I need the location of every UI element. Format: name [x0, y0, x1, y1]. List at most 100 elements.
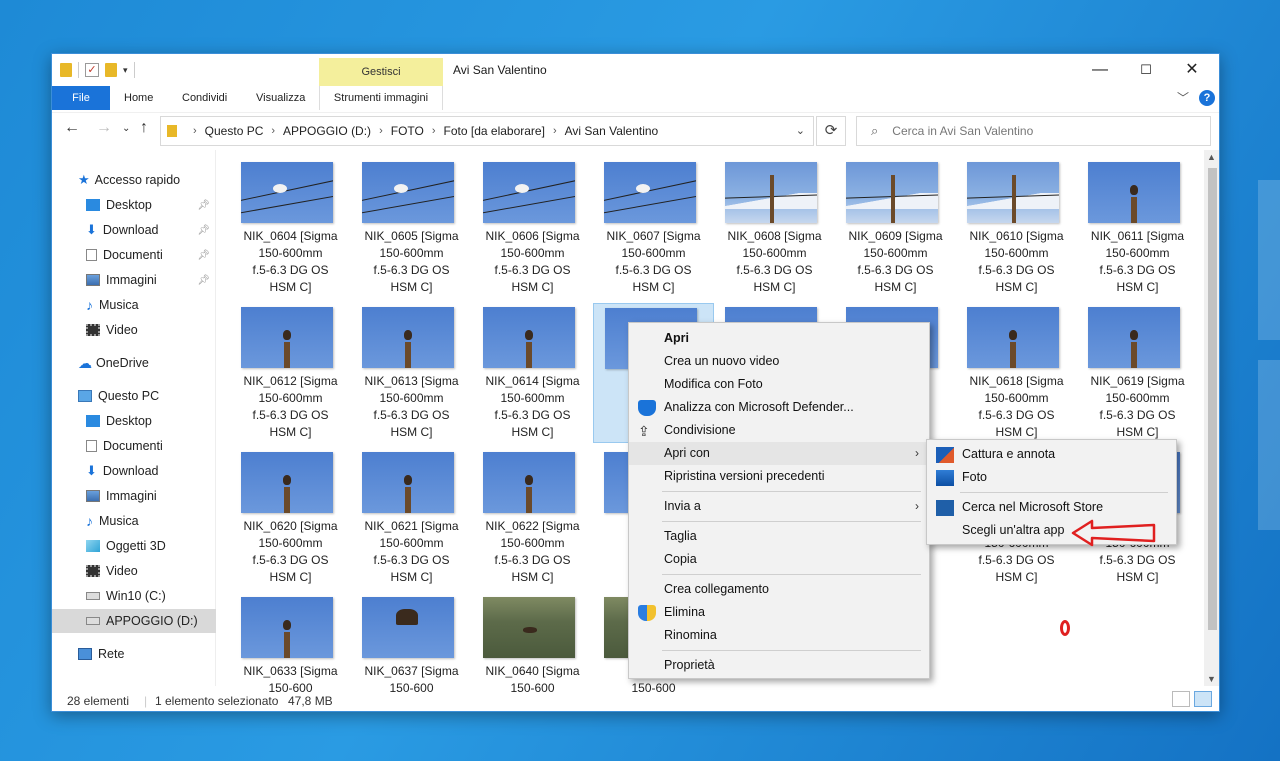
file-name: NIK_0621 [Sigma 150-600mm f.5-6.3 DG OS HSM… — [351, 518, 472, 586]
file-item[interactable]: NIK_0607 [Sigma 150-600mm f.5-6.3 DG OS HSM… — [593, 158, 714, 298]
nav-quick-video[interactable]: Video — [52, 318, 216, 342]
chevron-down-icon[interactable]: ⌄ — [796, 124, 805, 137]
forward-arrow-icon[interactable]: → — [96, 119, 112, 137]
submenu-item-store[interactable]: Cerca nel Microsoft Store — [927, 496, 1176, 519]
breadcrumb-foto[interactable]: FOTO — [391, 124, 424, 138]
nav-quick-access[interactable]: ★ Accesso rapido — [52, 168, 216, 192]
file-item[interactable]: NIK_0618 [Sigma 150-600mm f.5-6.3 DG OS HSM… — [956, 303, 1077, 443]
file-name: NIK_0611 [Sigma 150-600mm f.5-6.3 DG OS HSM… — [1077, 228, 1198, 296]
folder-icon — [60, 63, 72, 77]
menu-item-properties[interactable]: Proprietà — [629, 654, 929, 677]
menu-item-copy[interactable]: Copia — [629, 548, 929, 571]
chevron-right-icon[interactable]: › — [379, 125, 383, 137]
breadcrumb-current[interactable]: Avi San Valentino — [565, 124, 659, 138]
file-name-line: f.5-6.3 DG OS — [494, 408, 571, 422]
menu-item-new-video[interactable]: Crea un nuovo video — [629, 350, 929, 373]
nav-pc-documents[interactable]: Documenti — [52, 434, 216, 458]
menu-item-cut[interactable]: Taglia — [629, 525, 929, 548]
nav-label: Musica — [99, 514, 139, 528]
menu-divider — [662, 574, 921, 575]
file-item[interactable]: NIK_0619 [Sigma 150-600mm f.5-6.3 DG OS HSM… — [1077, 303, 1198, 443]
breadcrumb-this-pc[interactable]: Questo PC — [205, 124, 264, 138]
tab-picture-tools[interactable]: Strumenti immagini — [319, 86, 443, 110]
menu-item-defender[interactable]: Analizza con Microsoft Defender... — [629, 396, 929, 419]
scroll-up-icon[interactable]: ▲ — [1207, 152, 1216, 162]
refresh-button[interactable]: ⟳ — [816, 116, 846, 146]
minimize-button[interactable]: — — [1077, 54, 1123, 86]
search-input[interactable]: ⌕ Cerca in Avi San Valentino — [856, 116, 1211, 146]
breadcrumb-drive[interactable]: APPOGGIO (D:) — [283, 124, 371, 138]
close-button[interactable]: ✕ — [1169, 54, 1215, 86]
properties-icon[interactable]: ✓ — [85, 63, 99, 77]
chevron-right-icon[interactable]: › — [271, 125, 275, 137]
scrollbar-thumb[interactable] — [1208, 168, 1217, 630]
nav-pc-drive-c[interactable]: Win10 (C:) — [52, 584, 216, 608]
tab-file[interactable]: File — [52, 86, 110, 110]
menu-item-rename[interactable]: Rinomina — [629, 624, 929, 647]
file-item[interactable]: NIK_0614 [Sigma 150-600mm f.5-6.3 DG OS HSM… — [472, 303, 593, 443]
details-view-icon[interactable] — [1172, 691, 1190, 707]
file-item[interactable]: NIK_0605 [Sigma 150-600mm f.5-6.3 DG OS HSM… — [351, 158, 472, 298]
nav-network[interactable]: Rete — [52, 642, 216, 666]
breadcrumb-da-elaborare[interactable]: Foto [da elaborare] — [444, 124, 545, 138]
file-item[interactable]: NIK_0622 [Sigma 150-600mm f.5-6.3 DG OS HSM… — [472, 448, 593, 588]
customize-toolbar-icon[interactable]: ▾ — [123, 65, 128, 76]
nav-quick-music[interactable]: ♪ Musica — [52, 293, 216, 317]
nav-quick-desktop[interactable]: Desktop 📌︎ — [52, 193, 216, 217]
chevron-right-icon[interactable]: › — [193, 125, 197, 137]
file-item[interactable]: NIK_0606 [Sigma 150-600mm f.5-6.3 DG OS HSM… — [472, 158, 593, 298]
menu-item-open[interactable]: Apri — [629, 327, 929, 350]
scroll-down-icon[interactable]: ▼ — [1207, 674, 1216, 684]
up-arrow-icon[interactable]: ↑ — [140, 119, 148, 137]
file-name-line: NIK_0608 [Sigma — [727, 229, 822, 243]
submenu-item-snip-sketch[interactable]: Cattura e annota — [927, 443, 1176, 466]
file-item[interactable]: NIK_0604 [Sigma 150-600mm f.5-6.3 DG OS HSM… — [230, 158, 351, 298]
quick-access-toolbar: ✓ ▾ — [60, 62, 135, 78]
nav-quick-download[interactable]: ⬇ Download 📌︎ — [52, 218, 216, 242]
nav-pc-pictures[interactable]: Immagini — [52, 484, 216, 508]
nav-pc-desktop[interactable]: Desktop — [52, 409, 216, 433]
large-icons-view-icon[interactable] — [1194, 691, 1212, 707]
file-item[interactable]: NIK_0613 [Sigma 150-600mm f.5-6.3 DG OS HSM… — [351, 303, 472, 443]
nav-quick-pictures[interactable]: Immagini 📌︎ — [52, 268, 216, 292]
file-item[interactable]: NIK_0612 [Sigma 150-600mm f.5-6.3 DG OS HSM… — [230, 303, 351, 443]
tab-home[interactable]: Home — [124, 86, 153, 110]
nav-pc-3d-objects[interactable]: Oggetti 3D — [52, 534, 216, 558]
file-name: NIK_0614 [Sigma 150-600mm f.5-6.3 DG OS HSM… — [472, 373, 593, 441]
nav-pc-download[interactable]: ⬇ Download — [52, 459, 216, 483]
menu-item-edit-photos[interactable]: Modifica con Foto — [629, 373, 929, 396]
nav-pc-music[interactable]: ♪ Musica — [52, 509, 216, 533]
desktop-tile — [1258, 180, 1280, 340]
tab-share[interactable]: Condividi — [182, 86, 227, 110]
nav-pc-video[interactable]: Video — [52, 559, 216, 583]
nav-quick-documents[interactable]: Documenti 📌︎ — [52, 243, 216, 267]
file-item[interactable]: NIK_0608 [Sigma 150-600mm f.5-6.3 DG OS HSM… — [714, 158, 835, 298]
file-item[interactable]: NIK_0610 [Sigma 150-600mm f.5-6.3 DG OS HSM… — [956, 158, 1077, 298]
menu-item-share[interactable]: ⇪ Condivisione — [629, 419, 929, 442]
address-bar[interactable]: › Questo PC › APPOGGIO (D:) › FOTO › Fot… — [160, 116, 814, 146]
submenu-item-photos[interactable]: Foto — [927, 466, 1176, 489]
menu-item-restore-versions[interactable]: Ripristina versioni precedenti — [629, 465, 929, 488]
nav-this-pc[interactable]: Questo PC — [52, 384, 216, 408]
vertical-scrollbar[interactable]: ▲ ▼ — [1204, 150, 1219, 686]
nav-onedrive[interactable]: ☁ OneDrive — [52, 351, 216, 375]
nav-pc-drive-d[interactable]: APPOGGIO (D:) — [52, 609, 216, 633]
expand-ribbon-icon[interactable]: ﹀ — [1177, 89, 1189, 106]
menu-item-open-with[interactable]: Apri con › — [629, 442, 929, 465]
chevron-right-icon[interactable]: › — [432, 125, 436, 137]
recent-locations-icon[interactable]: ⌄ — [122, 123, 130, 134]
file-item[interactable]: NIK_0621 [Sigma 150-600mm f.5-6.3 DG OS HSM… — [351, 448, 472, 588]
file-name-line: 150-600mm — [500, 246, 565, 260]
file-item[interactable]: NIK_0609 [Sigma 150-600mm f.5-6.3 DG OS HSM… — [835, 158, 956, 298]
file-item[interactable]: NIK_0620 [Sigma 150-600mm f.5-6.3 DG OS HSM… — [230, 448, 351, 588]
menu-item-send-to[interactable]: Invia a › — [629, 495, 929, 518]
back-arrow-icon[interactable]: ← — [64, 119, 80, 137]
file-item[interactable]: NIK_0611 [Sigma 150-600mm f.5-6.3 DG OS HSM… — [1077, 158, 1198, 298]
tab-view[interactable]: Visualizza — [256, 86, 305, 110]
new-folder-icon[interactable] — [105, 63, 117, 77]
maximize-button[interactable]: ☐ — [1123, 54, 1169, 86]
menu-item-delete[interactable]: Elimina — [629, 601, 929, 624]
help-icon[interactable]: ? — [1199, 89, 1215, 106]
chevron-right-icon[interactable]: › — [553, 125, 557, 137]
menu-item-create-shortcut[interactable]: Crea collegamento — [629, 578, 929, 601]
